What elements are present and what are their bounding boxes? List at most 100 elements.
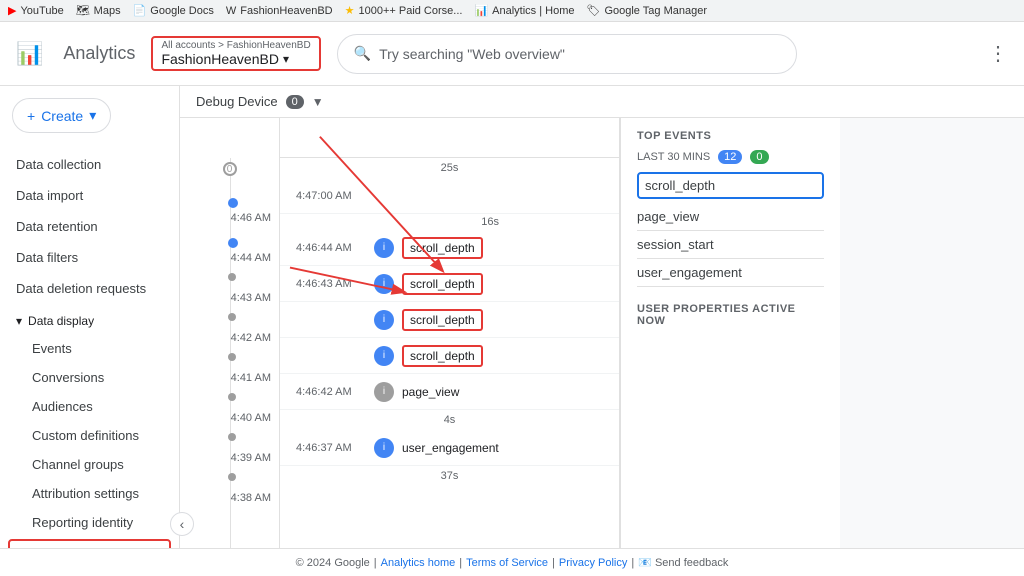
search-placeholder: Try searching "Web overview" [379, 46, 565, 62]
sidebar-item-data-import[interactable]: Data import [0, 180, 179, 211]
tab-analytics-label: Analytics | Home [492, 5, 574, 17]
sidebar-item-data-retention[interactable]: Data retention [0, 211, 179, 242]
sidebar-item-debugview[interactable]: DebugView [8, 539, 171, 548]
account-selector[interactable]: All accounts > FashionHeavenBD FashionHe… [151, 36, 320, 71]
timeline-item: 4:39 AM [180, 438, 279, 478]
event-entry-scroll3[interactable]: 4:46:43 AM i scroll_depth [280, 266, 619, 302]
chevron-left-icon: ‹ [180, 516, 185, 532]
event-name-user-engagement: user_engagement [402, 441, 499, 455]
event-name-page-view: page_view [402, 385, 459, 399]
duration-37s: 37s [280, 466, 619, 486]
top-event-name: user_engagement [637, 265, 742, 280]
debug-dropdown-icon[interactable]: ▼ [312, 95, 324, 109]
tab-analytics[interactable]: 📊 Analytics | Home [474, 4, 574, 17]
sidebar-item-reporting-identity[interactable]: Reporting identity [0, 508, 179, 537]
sidebar-item-channel-groups[interactable]: Channel groups [0, 450, 179, 479]
event-icon: i [374, 274, 394, 294]
event-icon: i [374, 310, 394, 330]
debug-device-label: Debug Device [196, 94, 278, 109]
search-icon: 🔍 [354, 45, 371, 62]
timeline-item: 4:40 AM [180, 398, 279, 438]
user-props-title: USER PROPERTIES ACTIVE NOW [637, 303, 824, 327]
sidebar-item-events[interactable]: Events [0, 334, 179, 363]
top-event-page-view[interactable]: page_view [637, 203, 824, 231]
more-options-icon[interactable]: ⋮ [988, 41, 1008, 66]
main-content: Debug Device 0 ▼ 0 4:46 AM 4:44 AM 4:43 … [180, 86, 1024, 548]
event-entry-user-engagement[interactable]: 4:46:37 AM i user_engagement [280, 430, 619, 466]
app-header: 📊 Analytics All accounts > FashionHeaven… [0, 22, 1024, 86]
tab-youtube-label: YouTube [20, 5, 63, 17]
tab-gtm[interactable]: 🏷 Google Tag Manager [586, 4, 707, 17]
event-icon: i [374, 382, 394, 402]
app-container: 📊 Analytics All accounts > FashionHeaven… [0, 22, 1024, 576]
tab-maps-label: Maps [94, 5, 121, 17]
event-time: 4:47:00 AM [296, 190, 366, 202]
event-time: 4:46:44 AM [296, 242, 366, 254]
tab-docs[interactable]: 📄 Google Docs [133, 4, 214, 17]
account-name-label: FashionHeavenBD [161, 51, 279, 67]
event-icon: i [374, 438, 394, 458]
sidebar-item-label: Data retention [16, 219, 98, 234]
footer-link-privacy[interactable]: Privacy Policy [559, 557, 627, 569]
event-entry-scroll4[interactable]: i scroll_depth [280, 302, 619, 338]
search-bar[interactable]: 🔍 Try searching "Web overview" [337, 34, 797, 74]
tab-fashion[interactable]: W FashionHeavenBD [226, 5, 333, 17]
top-event-session-start[interactable]: session_start [637, 231, 824, 259]
top-event-scroll-depth[interactable]: scroll_depth [637, 172, 824, 199]
top-event-user-engagement[interactable]: user_engagement [637, 259, 824, 287]
sidebar-group-data-display[interactable]: ▾ Data display [0, 308, 179, 334]
group-label: Data display [28, 314, 94, 328]
create-button[interactable]: + + Create Create ▾ [12, 98, 111, 133]
event-icon: i [374, 346, 394, 366]
footer-copyright: © 2024 Google [296, 557, 370, 569]
sidebar-item-data-collection[interactable]: Data collection [0, 149, 179, 180]
sidebar-item-attribution-settings[interactable]: Attribution settings [0, 479, 179, 508]
tab-maps[interactable]: 🗺 Maps [76, 4, 121, 17]
sidebar-item-audiences[interactable]: Audiences [0, 392, 179, 421]
debug-header: Debug Device 0 ▼ [180, 86, 1024, 118]
tab-paid-label: 1000++ Paid Corse... [358, 5, 462, 17]
app-title: Analytics [63, 43, 135, 64]
sidebar-item-data-deletion[interactable]: Data deletion requests [0, 273, 179, 304]
event-entry-pageview[interactable]: 4:46:42 AM i page_view [280, 374, 619, 410]
time-range: LAST 30 MINS 12 0 [637, 150, 824, 164]
analytics-tab-icon: 📊 [474, 4, 488, 17]
count-badge-blue: 12 [718, 150, 742, 164]
maps-icon: 🗺 [76, 4, 90, 17]
top-events-panel: TOP EVENTS LAST 30 MINS 12 0 scroll_dept… [620, 118, 840, 548]
duration-25s: 25s [280, 158, 619, 178]
timeline-item: 4:41 AM [180, 358, 279, 398]
tab-gtm-label: Google Tag Manager [604, 5, 707, 17]
event-name-scroll-depth-2: scroll_depth [402, 273, 483, 295]
event-entry-scroll5[interactable]: i scroll_depth [280, 338, 619, 374]
tab-youtube[interactable]: ▶ YouTube [8, 4, 64, 17]
event-time: 4:46:37 AM [296, 442, 366, 454]
plus-icon: + [27, 108, 35, 124]
wp-icon: W [226, 5, 236, 17]
event-name-scroll-depth-4: scroll_depth [402, 345, 483, 367]
app-footer: © 2024 Google | Analytics home | Terms o… [0, 548, 1024, 576]
timeline-item: 0 [180, 158, 279, 198]
create-chevron-icon: ▾ [89, 107, 96, 124]
tab-paid[interactable]: ★ 1000++ Paid Corse... [345, 4, 463, 17]
footer-link-analytics-home[interactable]: Analytics home [381, 557, 456, 569]
sidebar-item-custom-definitions[interactable]: Custom definitions [0, 421, 179, 450]
app-body: + + Create Create ▾ Data collection Data… [0, 86, 1024, 548]
event-entry-scroll2[interactable]: 4:46:44 AM i scroll_depth [280, 230, 619, 266]
timeline-item: 4:43 AM [180, 278, 279, 318]
sidebar-section-admin: Data collection Data import Data retenti… [0, 145, 179, 308]
sidebar-item-data-filters[interactable]: Data filters [0, 242, 179, 273]
collapse-sidebar-button[interactable]: ‹ [170, 512, 194, 536]
footer-feedback[interactable]: 📧 Send feedback [638, 556, 728, 569]
event-time: 4:46:43 AM [296, 278, 366, 290]
sidebar-item-conversions[interactable]: Conversions [0, 363, 179, 392]
paid-icon: ★ [345, 4, 355, 17]
time-range-label: LAST 30 MINS [637, 151, 710, 163]
analytics-logo-icon: 📊 [16, 41, 43, 67]
event-entry-scroll1[interactable]: 4:47:00 AM [280, 178, 619, 214]
footer-link-terms[interactable]: Terms of Service [466, 557, 548, 569]
timeline-panel: 0 4:46 AM 4:44 AM 4:43 AM 4:42 AM 4:41 A… [180, 118, 280, 548]
docs-icon: 📄 [133, 4, 147, 17]
top-event-name: scroll_depth [645, 178, 715, 193]
sidebar-item-label: Data collection [16, 157, 101, 172]
